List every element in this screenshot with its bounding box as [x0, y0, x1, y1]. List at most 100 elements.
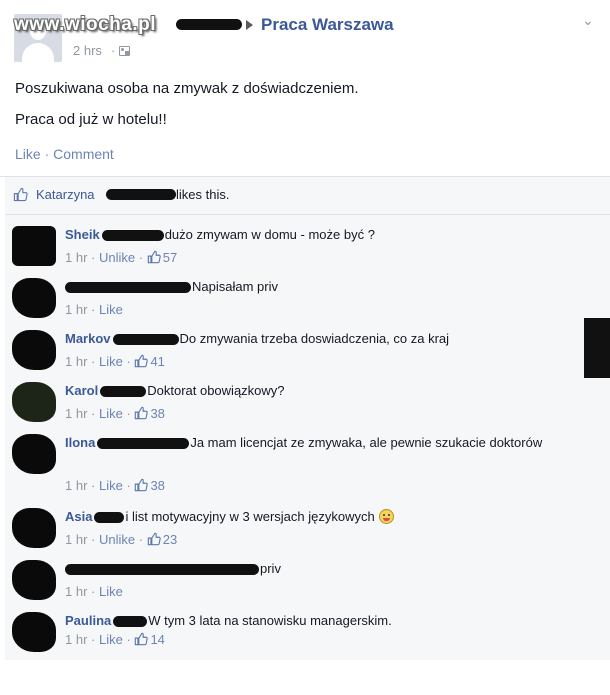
liker-name-link[interactable]: Katarzyna: [36, 187, 95, 202]
commenter-avatar[interactable]: [12, 560, 56, 600]
chevron-down-icon[interactable]: ⌄: [582, 12, 594, 29]
tongue-emoji-icon: [378, 509, 394, 524]
comment-item: Sheik dużo zmywam w domu - może być ? 1 h…: [5, 224, 610, 272]
comment-time[interactable]: 1 hr: [65, 632, 87, 647]
like-button[interactable]: Like: [99, 302, 123, 317]
comment-text: Doktorat obowiązkowy?: [147, 383, 285, 398]
comment-text: dużo zmywam w domu - może być ?: [164, 227, 375, 242]
comment-body: priv: [65, 560, 585, 577]
comment-body: Karol Doktorat obowiązkowy?: [65, 382, 585, 399]
commenter-name-link[interactable]: Ilona: [65, 435, 95, 450]
comment-meta: 1 hr · Like · 41: [65, 354, 165, 369]
separator-dot: ·: [111, 43, 116, 58]
post-timestamp[interactable]: 2 hrs: [73, 43, 102, 58]
separator-dot: ·: [91, 354, 96, 369]
thumbs-up-icon: [135, 632, 149, 646]
like-count[interactable]: 41: [150, 354, 164, 369]
separator-dot: ·: [44, 146, 50, 162]
divider: [5, 214, 610, 215]
comment-body: Napisałam priv: [65, 278, 585, 295]
separator-dot: ·: [91, 632, 96, 647]
watermark: www.wiocha.pl: [14, 14, 156, 35]
comment-item: Ilona Ja mam licencjat ze zmywaka, ale pe…: [5, 432, 610, 496]
thumbs-up-icon: [147, 532, 161, 546]
separator-dot: ·: [138, 250, 144, 265]
group-name-link[interactable]: Praca Warszawa: [261, 15, 394, 35]
comment-time[interactable]: 1 hr: [65, 250, 87, 265]
separator-dot: ·: [91, 302, 96, 317]
comment-time[interactable]: 1 hr: [65, 406, 87, 421]
commenter-name-link[interactable]: Karol: [65, 383, 98, 398]
comment-body: Asia i list motywacyjny w 3 wersjach języ…: [65, 508, 585, 525]
separator-dot: ·: [126, 478, 131, 493]
like-count[interactable]: 14: [150, 632, 164, 647]
separator-dot: ·: [91, 584, 96, 599]
separator-dot: ·: [126, 632, 131, 647]
comment-time[interactable]: 1 hr: [65, 354, 87, 369]
like-button[interactable]: Like: [15, 146, 41, 162]
facebook-post: www.wiocha.pl Praca Warszawa ⌄ 2 hrs · P…: [0, 0, 610, 660]
like-count[interactable]: 57: [163, 250, 177, 265]
separator-dot: ·: [126, 354, 131, 369]
like-button[interactable]: Like: [99, 478, 123, 493]
like-button[interactable]: Like: [99, 632, 123, 647]
separator-dot: ·: [126, 406, 131, 421]
comment-meta: 1 hr · Like: [65, 302, 123, 317]
commenter-avatar[interactable]: [12, 330, 56, 370]
comment-time[interactable]: 1 hr: [65, 584, 87, 599]
like-count[interactable]: 38: [150, 406, 164, 421]
redacted-name: [100, 386, 147, 398]
separator-dot: ·: [91, 406, 96, 421]
comment-body: Ilona Ja mam licencjat ze zmywaka, ale pe…: [65, 434, 585, 451]
comment-item: Karol Doktorat obowiązkowy? 1 hr · Like ·…: [5, 380, 610, 428]
commenter-name-link[interactable]: Sheik: [65, 227, 100, 242]
comment-time[interactable]: 1 hr: [65, 532, 87, 547]
audience-group-icon: [119, 46, 130, 56]
comment-meta: 1 hr · Unlike · 23: [65, 532, 177, 547]
comment-meta: 1 hr · Unlike · 57: [65, 250, 177, 265]
comment-body: Sheik dużo zmywam w domu - może być ?: [65, 226, 585, 243]
separator-dot: ·: [91, 532, 96, 547]
like-button[interactable]: Like: [99, 584, 123, 599]
redacted-poster-name: [176, 19, 242, 30]
like-count[interactable]: 23: [163, 532, 177, 547]
bottom-margin: [0, 660, 610, 695]
like-button[interactable]: Like: [99, 354, 123, 369]
unlike-button[interactable]: Unlike: [99, 532, 135, 547]
comment-meta: 1 hr · Like · 38: [65, 478, 165, 493]
comment-button[interactable]: Comment: [53, 146, 114, 162]
redacted-name: [112, 334, 179, 346]
redacted-name: [97, 438, 190, 450]
redacted-name: [65, 282, 191, 294]
commenter-avatar[interactable]: [12, 278, 56, 318]
comment-text: Napisałam priv: [192, 279, 278, 294]
comment-item: Markov Do zmywania trzeba doswiadczenia, …: [5, 328, 610, 376]
post-actions: Like · Comment: [15, 146, 114, 162]
comment-item: Paulina W tym 3 lata na stanowisku manage…: [5, 610, 610, 658]
commenter-avatar[interactable]: [12, 434, 56, 474]
commenter-name-link[interactable]: Asia: [65, 509, 92, 524]
avatar-silhouette-body: [22, 43, 54, 62]
like-count[interactable]: 38: [150, 478, 164, 493]
commenter-name-link[interactable]: Paulina: [65, 613, 111, 628]
comment-time[interactable]: 1 hr: [65, 478, 87, 493]
comment-time[interactable]: 1 hr: [65, 302, 87, 317]
cropped-edge-block: [584, 318, 610, 378]
arrow-right-icon: [246, 20, 253, 30]
comment-text: Do zmywania trzeba doswiadczenia, co za …: [179, 331, 450, 346]
thumbs-up-icon: [135, 354, 149, 368]
thumbs-up-icon: [13, 187, 28, 202]
unlike-button[interactable]: Unlike: [99, 250, 135, 265]
thumbs-up-icon: [147, 250, 161, 264]
comment-body: Paulina W tym 3 lata na stanowisku manage…: [65, 612, 585, 629]
commenter-avatar[interactable]: [12, 508, 56, 548]
commenter-avatar[interactable]: [12, 382, 56, 422]
commenter-avatar[interactable]: [12, 226, 56, 266]
commenter-avatar[interactable]: [12, 612, 56, 652]
comment-meta: 1 hr · Like: [65, 584, 123, 599]
like-button[interactable]: Like: [99, 406, 123, 421]
separator-dot: ·: [91, 478, 96, 493]
commenter-name-link[interactable]: Markov: [65, 331, 111, 346]
thumbs-up-icon: [135, 478, 149, 492]
comment-item: Asia i list motywacyjny w 3 wersjach języ…: [5, 506, 610, 554]
